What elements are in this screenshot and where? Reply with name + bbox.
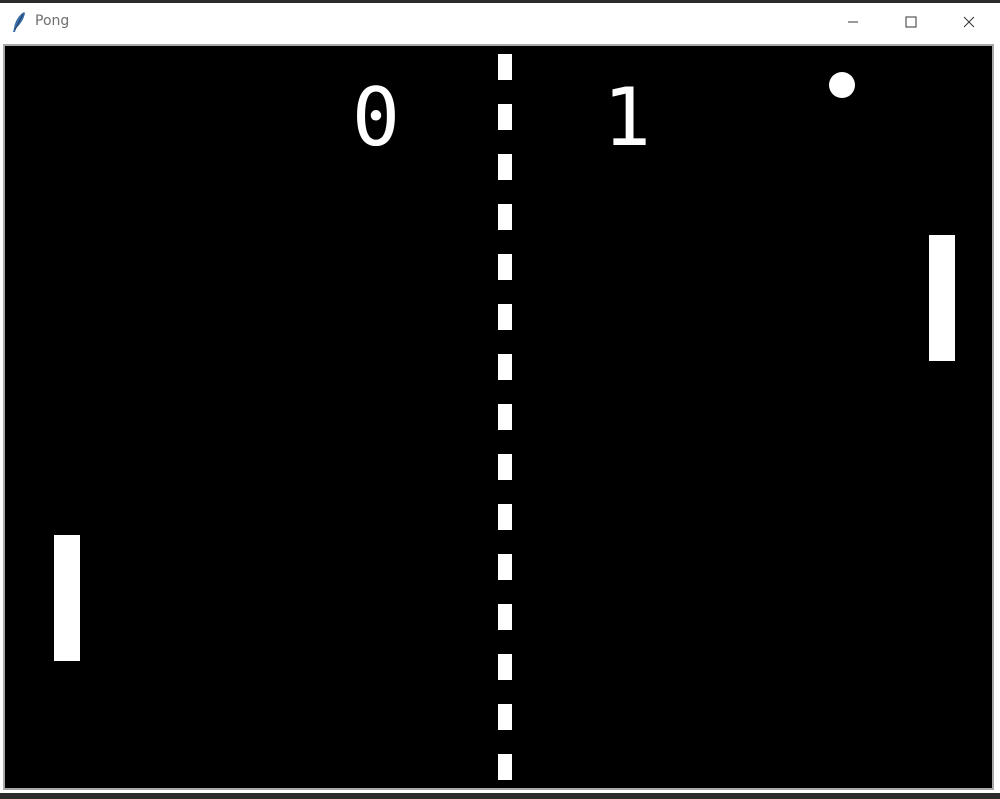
left-paddle — [54, 535, 80, 661]
left-score: 0 — [351, 71, 401, 164]
center-net — [498, 54, 512, 780]
window-title: Pong — [35, 13, 70, 29]
net-dash — [498, 454, 512, 480]
right-paddle — [929, 235, 955, 361]
net-dash — [498, 254, 512, 280]
net-dash — [498, 304, 512, 330]
game-canvas[interactable]: 0 1 — [3, 44, 994, 790]
title-bar[interactable]: Pong — [0, 3, 1000, 43]
net-dash — [498, 104, 512, 130]
close-button[interactable] — [940, 3, 998, 41]
maximize-button[interactable] — [882, 3, 940, 41]
net-dash — [498, 604, 512, 630]
net-dash — [498, 354, 512, 380]
close-icon — [963, 16, 975, 28]
ball — [829, 72, 855, 98]
maximize-icon — [905, 16, 917, 28]
net-dash — [498, 54, 512, 80]
net-dash — [498, 704, 512, 730]
net-dash — [498, 154, 512, 180]
minimize-icon — [848, 21, 858, 23]
net-dash — [498, 554, 512, 580]
window-bottom-border — [0, 793, 1000, 799]
net-dash — [498, 204, 512, 230]
net-dash — [498, 404, 512, 430]
minimize-button[interactable] — [824, 3, 882, 41]
app-window: Pong 0 1 — [0, 0, 1000, 799]
net-dash — [498, 754, 512, 780]
right-score: 1 — [602, 71, 652, 164]
net-dash — [498, 654, 512, 680]
game-field — [54, 54, 955, 780]
net-dash — [498, 504, 512, 530]
feather-icon — [13, 12, 25, 32]
